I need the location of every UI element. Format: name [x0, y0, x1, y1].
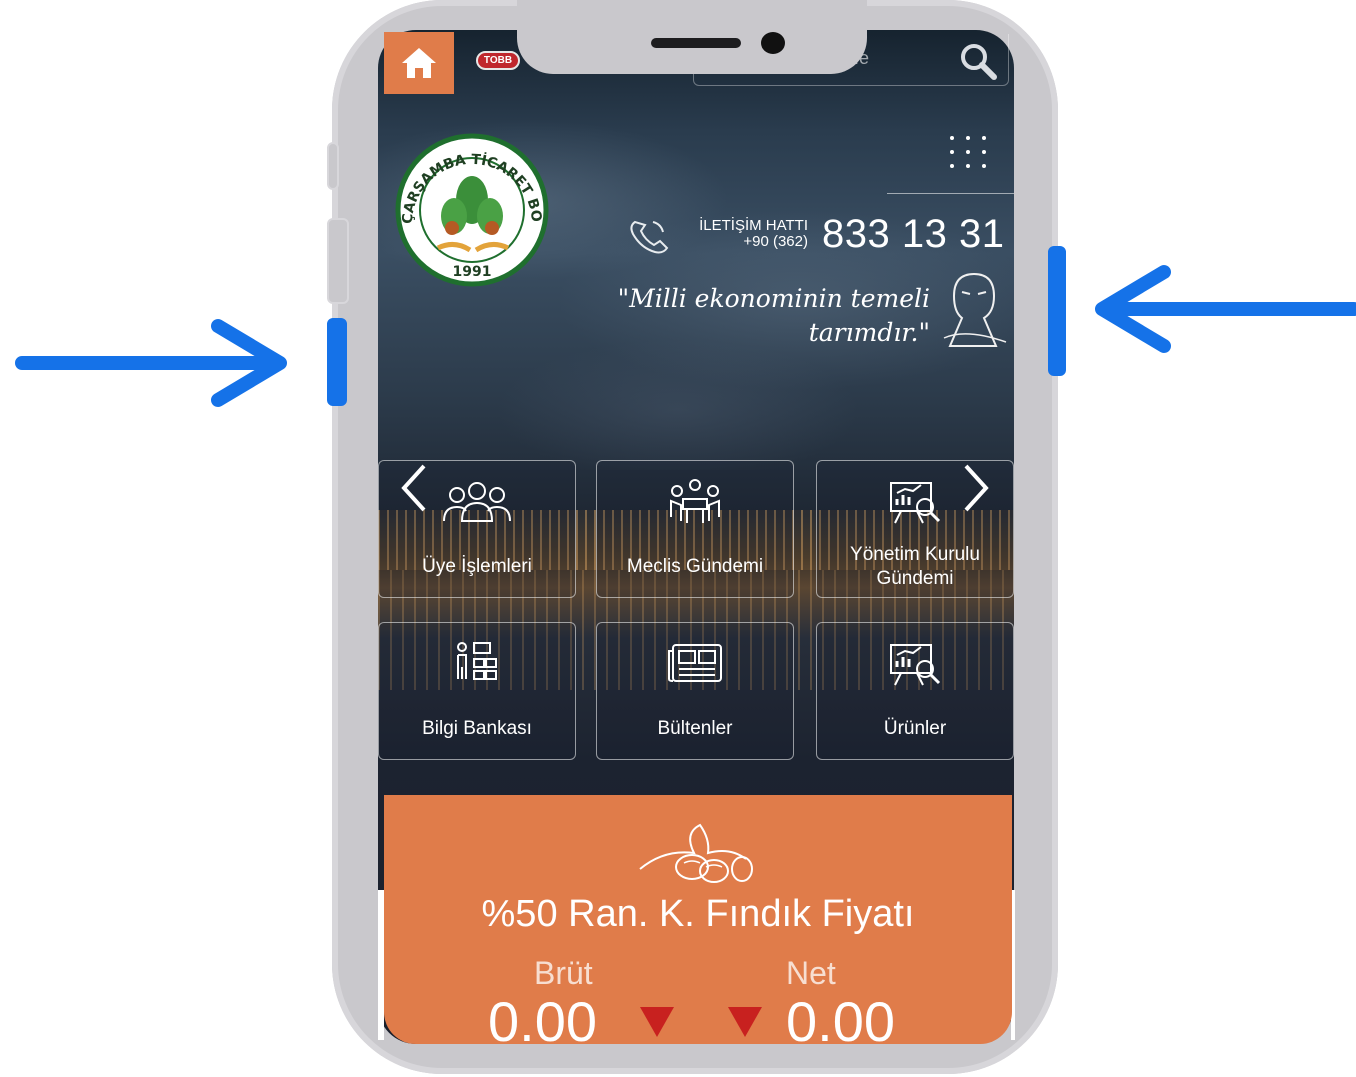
- phone-icon: [630, 220, 669, 254]
- tile-label-line: Yönetim Kurulu: [850, 544, 980, 565]
- header-divider: [887, 193, 1014, 194]
- home-icon: [402, 48, 436, 78]
- organization-logo[interactable]: ÇARŞAMBA TİCARET BORSASI 1991: [384, 130, 560, 290]
- left-pointing-arrow-icon: [1095, 265, 1356, 353]
- tile-bilgi-bankasi[interactable]: Bilgi Bankası: [378, 622, 576, 760]
- phone-camera: [761, 32, 785, 54]
- contact-number[interactable]: 833 13 31: [822, 212, 1004, 257]
- carousel-next-button[interactable]: [960, 462, 992, 522]
- home-button[interactable]: [384, 32, 454, 94]
- tile-urunler[interactable]: Ürünler: [816, 622, 1014, 760]
- net-label: Net: [786, 955, 836, 991]
- chevron-left-icon: [401, 464, 426, 512]
- presentation-chart-icon: [890, 482, 941, 524]
- phone-speaker: [651, 38, 741, 48]
- hazelnut-price-panel[interactable]: %50 Ran. K. Fındık Fiyatı Brüt Net 0.00 …: [384, 795, 1012, 1044]
- ataturk-quote: "Milli ekonominin temeli tarımdır.": [610, 282, 930, 350]
- quote-line-2: tarımdır.": [808, 318, 930, 347]
- tile-label: Üye İşlemleri: [422, 556, 532, 577]
- tile-meclis-gundemi[interactable]: Meclis Gündemi: [596, 460, 794, 598]
- brut-trend-down-icon: [640, 1007, 674, 1037]
- newspaper-icon: [668, 644, 722, 682]
- tile-label-line: Gündemi: [876, 568, 954, 589]
- tile-label: Bültenler: [657, 718, 733, 739]
- tile-label: Ürünler: [883, 718, 947, 739]
- tile-label: Bilgi Bankası: [422, 718, 532, 739]
- side-button-silent: [327, 142, 339, 190]
- side-button-volume-up: [327, 218, 349, 304]
- menu-grid-icon[interactable]: [946, 134, 990, 174]
- contact-line-label: İLETİŞİM HATTI +90 (362): [684, 218, 808, 250]
- net-trend-down-icon: [728, 1007, 762, 1037]
- presentation-chart-icon: [890, 644, 941, 686]
- carousel-prev-button[interactable]: [398, 462, 430, 522]
- side-button-power-highlighted: [1048, 246, 1066, 376]
- brut-value: 0.00: [488, 990, 597, 1044]
- logo-year: 1991: [453, 264, 492, 280]
- meeting-icon: [670, 479, 720, 523]
- tobb-logo-text: TOBB: [475, 50, 521, 70]
- price-title: %50 Ran. K. Fındık Fiyatı: [481, 893, 915, 935]
- side-button-volume-down-highlighted: [327, 318, 347, 406]
- contact-area-code: +90 (362): [743, 233, 808, 250]
- tile-bultenler[interactable]: Bültenler: [596, 622, 794, 760]
- knowledge-icon: [457, 642, 497, 680]
- search-icon[interactable]: [958, 42, 998, 82]
- quote-line-1: "Milli ekonominin temeli: [617, 284, 930, 313]
- right-pointing-arrow-icon: [15, 319, 287, 407]
- contact-label: İLETİŞİM HATTI: [699, 217, 808, 234]
- chevron-right-icon: [964, 464, 989, 512]
- phone-notch: [517, 0, 867, 74]
- tile-label: Yönetim Kurulu Gündemi: [817, 543, 1013, 591]
- net-value: 0.00: [786, 990, 895, 1044]
- brut-label: Brüt: [534, 955, 593, 991]
- group-users-icon: [443, 482, 511, 522]
- ataturk-portrait: [943, 272, 1007, 347]
- tile-label: Meclis Gündemi: [626, 556, 764, 577]
- hazelnut-icon: [639, 823, 753, 883]
